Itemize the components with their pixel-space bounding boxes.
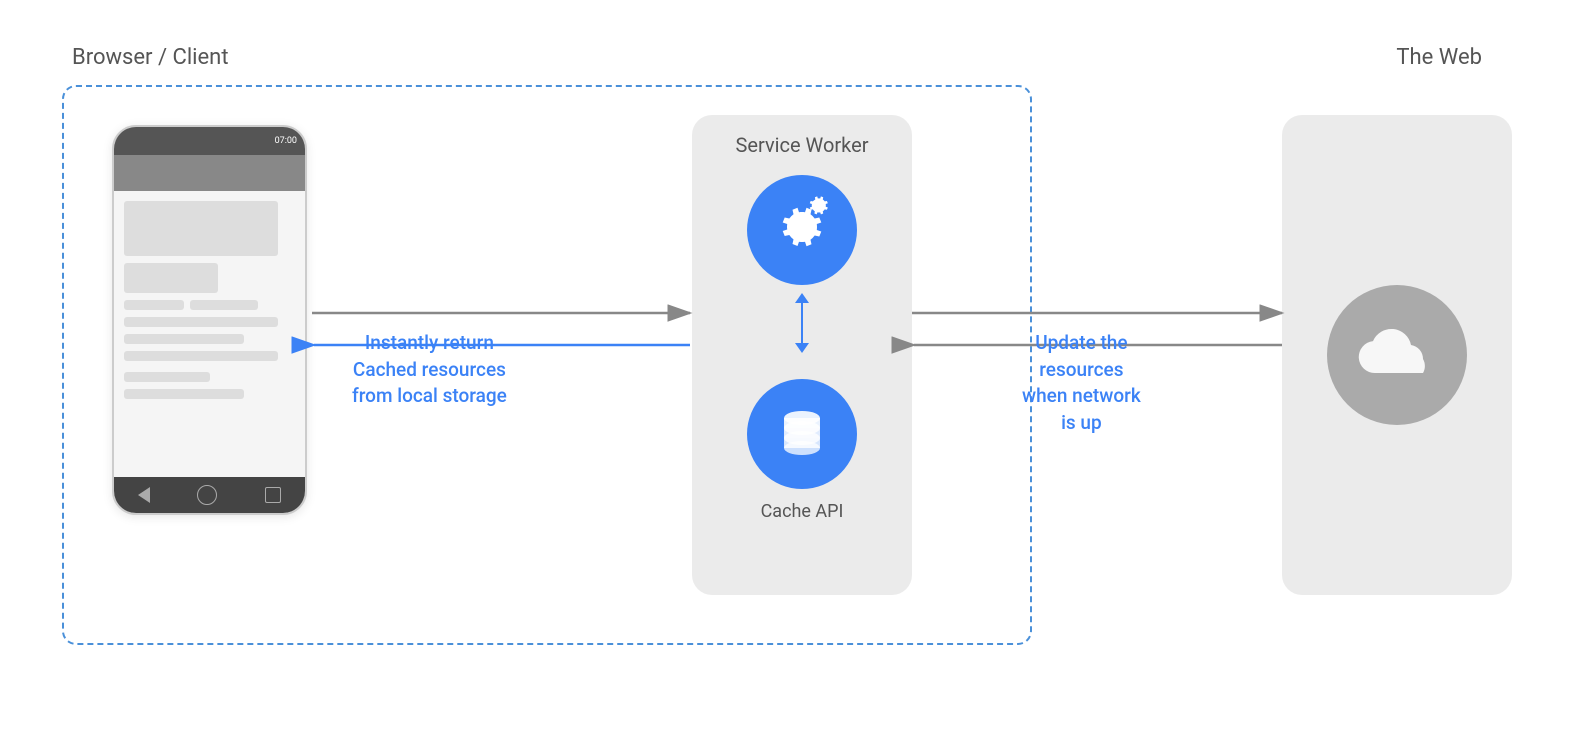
phone-home-btn [197,485,217,505]
phone-line-small1 [124,300,184,310]
phone-back-btn [138,487,150,503]
phone-line-medium1 [124,334,244,344]
update-resources-text: Update the resources when network is up [1022,330,1141,436]
arrow-head-up [795,293,809,303]
web-label: The Web [1396,45,1482,70]
instantly-return-text: Instantly return Cached resources from l… [352,330,507,410]
phone-content-block1 [124,201,278,256]
phone-content-row [124,300,295,310]
phone-status-text: 07:00 [275,136,297,146]
phone-nav [114,477,305,513]
cache-api-label: Cache API [761,501,844,522]
sw-double-arrow [795,293,809,353]
cloud-icon [1355,325,1440,385]
diagram-container: Browser / Client The Web 07:00 [42,35,1542,695]
service-worker-label: Service Worker [736,133,869,157]
phone-status-bar: 07:00 [114,127,305,155]
browser-client-label: Browser / Client [72,45,229,70]
phone-toolbar [114,155,305,191]
phone-line-short1 [124,372,210,382]
arrow-head-down [795,343,809,353]
phone-line-medium2 [124,389,244,399]
phone-line-small2 [190,300,258,310]
service-worker-box: Service Worker [692,115,912,595]
cache-icon-circle [747,379,857,489]
phone-mockup: 07:00 [112,125,307,515]
phone-content-block2 [124,263,218,293]
web-box [1282,115,1512,595]
phone-content [114,191,305,477]
database-icon [770,402,835,467]
phone-line-wide1 [124,317,278,327]
arrow-line [801,303,804,343]
phone-line-wide2 [124,351,278,361]
gear-icon-circle [747,175,857,285]
gear-icon [767,195,837,265]
phone-recent-btn [265,487,281,503]
cloud-icon-circle [1327,285,1467,425]
